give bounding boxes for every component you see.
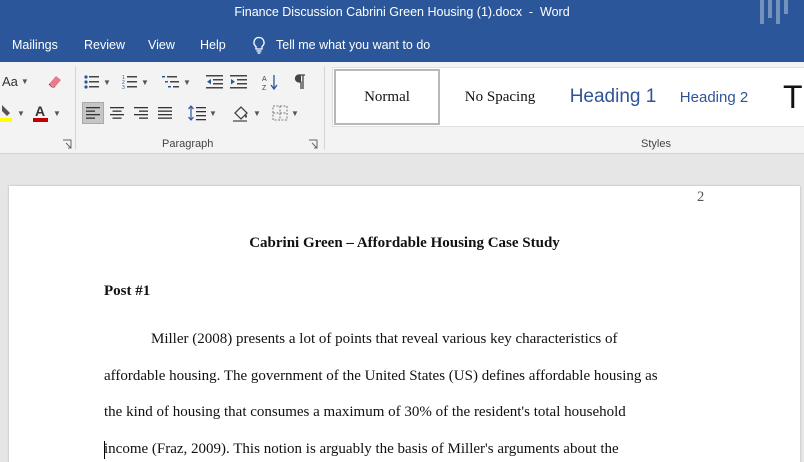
style-normal[interactable]: Normal (334, 69, 440, 125)
tab-mailings[interactable]: Mailings (12, 38, 58, 52)
group-separator (324, 66, 325, 150)
group-separator (75, 66, 76, 150)
justify-button[interactable] (158, 102, 172, 124)
line-spacing-icon (188, 105, 206, 121)
paragraph-dialog-launcher-icon[interactable] (308, 139, 318, 149)
align-left-button[interactable] (82, 102, 104, 124)
sort-icon: A Z (262, 75, 278, 91)
tab-view[interactable]: View (148, 38, 175, 52)
font-color-icon: A (33, 103, 48, 122)
svg-text:A: A (35, 103, 45, 119)
text-cursor (104, 441, 105, 459)
change-case-icon: Aa (2, 73, 18, 89)
sort-button[interactable]: A Z (262, 71, 280, 93)
borders-icon (272, 105, 288, 121)
ribbon-tabs: Mailings Review View Help Tell me what y… (0, 28, 804, 62)
decrease-indent-icon (206, 75, 223, 89)
tell-me-label: Tell me what you want to do (276, 38, 431, 52)
decorative-pattern-icon (760, 0, 788, 24)
style-heading-2[interactable]: Heading 2 (669, 68, 759, 126)
font-color-button[interactable]: A ▼ (32, 102, 61, 124)
numbering-button[interactable]: 1 2 3 ▼ (122, 71, 149, 93)
svg-text:Z: Z (262, 85, 267, 91)
document-title: Cabrini Green – Affordable Housing Case … (249, 235, 560, 251)
ribbon: Aa ▼ ▼ A ▼ ▼ 1 2 3 ▼ ▼ A Z ▼ ▼ ▼ Paragra… (0, 62, 804, 154)
highlight-button[interactable]: ▼ (0, 102, 25, 124)
document-area: 2 Cabrini Green – Affordable Housing Cas… (0, 154, 804, 462)
borders-button[interactable]: ▼ (272, 102, 299, 124)
change-case-button[interactable]: Aa ▼ (2, 70, 29, 92)
multilevel-list-button[interactable]: ▼ (162, 71, 191, 93)
bullets-icon (84, 75, 99, 89)
justify-icon (158, 107, 172, 119)
tab-review[interactable]: Review (84, 38, 125, 52)
align-right-button[interactable] (134, 102, 148, 124)
clear-formatting-icon (48, 76, 61, 88)
tab-help[interactable]: Help (200, 38, 226, 52)
align-left-icon (86, 107, 100, 119)
svg-text:A: A (262, 76, 267, 83)
window-title: Finance Discussion Cabrini Green Housing… (234, 5, 570, 19)
increase-indent-button[interactable] (230, 71, 248, 93)
paragraph-group-label: Paragraph (162, 138, 214, 150)
styles-gallery: Normal No Spacing Heading 1 Heading 2 T (332, 67, 804, 127)
show-formatting-marks-icon (294, 74, 305, 89)
styles-group-label: Styles (641, 138, 671, 150)
style-no-spacing[interactable]: No Spacing (445, 68, 555, 126)
highlight-icon (0, 105, 12, 122)
body-line: income (Fraz, 2009). This notion is argu… (104, 441, 619, 457)
body-line: affordable housing. The government of th… (104, 368, 658, 384)
page-number: 2 (697, 189, 705, 205)
clear-formatting-button[interactable] (46, 70, 64, 92)
svg-text:3: 3 (122, 85, 125, 90)
multilevel-list-icon (162, 76, 179, 88)
body-line: the kind of housing that consumes a maxi… (104, 404, 626, 420)
align-center-icon (110, 107, 124, 119)
bullets-button[interactable]: ▼ (84, 71, 111, 93)
style-title[interactable]: T (783, 68, 804, 126)
align-center-button[interactable] (110, 102, 124, 124)
body-line: Miller (2008) presents a lot of points t… (151, 331, 618, 347)
title-bar: Finance Discussion Cabrini Green Housing… (0, 0, 804, 28)
shading-button[interactable]: ▼ (232, 102, 261, 124)
line-spacing-button[interactable]: ▼ (188, 102, 217, 124)
post-heading: Post #1 (104, 283, 151, 299)
document-page[interactable]: 2 Cabrini Green – Affordable Housing Cas… (9, 186, 800, 462)
show-formatting-button[interactable] (294, 71, 308, 93)
style-heading-1[interactable]: Heading 1 (557, 68, 669, 126)
align-right-icon (134, 107, 148, 119)
lightbulb-icon (253, 36, 265, 54)
decrease-indent-button[interactable] (206, 71, 224, 93)
increase-indent-icon (230, 75, 247, 89)
shading-icon (233, 106, 248, 122)
tell-me-box[interactable]: Tell me what you want to do (252, 36, 430, 54)
numbering-icon: 1 2 3 (122, 75, 137, 90)
font-dialog-launcher-icon[interactable] (62, 139, 72, 149)
